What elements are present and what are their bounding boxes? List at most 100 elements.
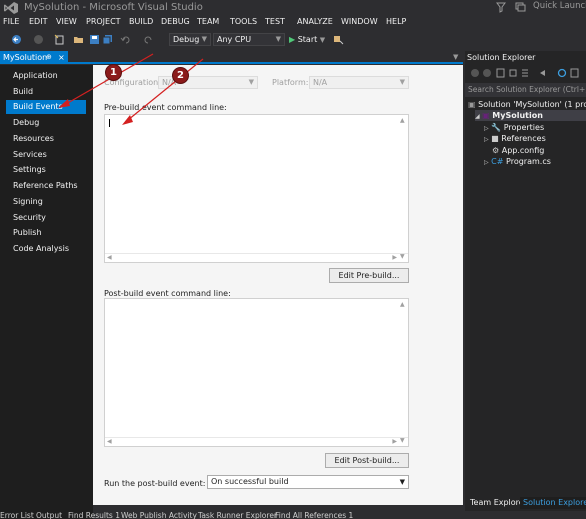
- references-icon: ■: [491, 134, 499, 143]
- solution-icon: ▣: [468, 100, 476, 109]
- save-icon[interactable]: [89, 34, 100, 45]
- prebuild-command-textarea[interactable]: ▲ ▼ ◀ ▶: [104, 114, 409, 263]
- tree-item-properties[interactable]: ▷ 🔧 Properties: [484, 122, 544, 133]
- chevron-down-icon: ▼: [248, 78, 254, 86]
- nav-item-debug[interactable]: Debug: [6, 116, 86, 130]
- prebuild-label: Pre-build event command line:: [104, 103, 227, 112]
- tree-item-label: MySolution: [492, 111, 543, 120]
- save-all-icon[interactable]: [102, 34, 113, 45]
- menu-analyze[interactable]: ANALYZE: [297, 17, 333, 26]
- tab-task-runner-explorer[interactable]: Task Runner Explorer: [198, 511, 277, 519]
- solution-explorer-title: Solution Explorer: [467, 53, 536, 62]
- platform-dropdown: N/A ▼: [309, 76, 409, 89]
- visual-studio-window: MySolution - Microsoft Visual Studio Qui…: [0, 0, 586, 519]
- property-page-nav: Application Build Build Events Debug Res…: [0, 65, 93, 519]
- solution-explorer-search-input[interactable]: Search Solution Explorer (Ctrl+;): [465, 83, 586, 97]
- tab-find-all-references-1[interactable]: Find All References 1: [275, 511, 353, 519]
- expanded-arrow-icon: ◢: [475, 113, 480, 120]
- edit-prebuild-button[interactable]: Edit Pre-build...: [329, 268, 409, 283]
- nav-item-signing[interactable]: Signing: [6, 195, 86, 209]
- nav-item-application[interactable]: Application: [6, 69, 86, 83]
- new-project-icon[interactable]: [54, 34, 65, 45]
- undo-icon[interactable]: [120, 34, 131, 45]
- scroll-up-icon[interactable]: ▲: [400, 301, 405, 308]
- nav-item-services[interactable]: Services: [6, 148, 86, 162]
- open-file-icon[interactable]: [73, 34, 84, 45]
- run-postbuild-dropdown[interactable]: On successful build ▼: [207, 475, 409, 489]
- prebuild-vertical-scrollbar[interactable]: ▲ ▼: [399, 115, 408, 262]
- postbuild-vertical-scrollbar[interactable]: ▲ ▼: [399, 299, 408, 446]
- start-debugging-button[interactable]: ▶ Start ▼: [289, 33, 325, 46]
- tree-item-project[interactable]: ◢ ▣ MySolution: [475, 110, 586, 121]
- solution-configuration-dropdown[interactable]: Debug ▼: [169, 33, 211, 46]
- collapsed-arrow-icon: ▷: [484, 125, 489, 132]
- nav-item-resources[interactable]: Resources: [6, 132, 86, 146]
- quick-launch-input[interactable]: Quick Launch: [533, 1, 586, 11]
- nav-item-security[interactable]: Security: [6, 211, 86, 225]
- menu-debug[interactable]: DEBUG: [161, 17, 190, 26]
- edit-postbuild-button[interactable]: Edit Post-build...: [325, 453, 409, 468]
- menu-edit[interactable]: EDIT: [29, 17, 47, 26]
- tree-item-program-cs[interactable]: ▷ C# Program.cs: [484, 156, 551, 167]
- postbuild-command-textarea[interactable]: ▲ ▼ ◀ ▶: [104, 298, 409, 447]
- tab-error-list[interactable]: Error List: [0, 511, 34, 519]
- nav-item-code-analysis[interactable]: Code Analysis: [6, 242, 86, 256]
- start-label: Start: [297, 35, 318, 44]
- menu-file[interactable]: FILE: [3, 17, 19, 26]
- navigate-back-icon[interactable]: [11, 34, 22, 45]
- scroll-left-icon[interactable]: ◀: [107, 438, 112, 445]
- title-right-icons: [496, 1, 530, 16]
- collapsed-arrow-icon: ▷: [484, 136, 489, 143]
- tab-find-results-1[interactable]: Find Results 1: [68, 511, 120, 519]
- nav-item-publish[interactable]: Publish: [6, 226, 86, 240]
- solution-platform-dropdown[interactable]: Any CPU ▼: [213, 33, 285, 46]
- toolbar-extension-icon[interactable]: [333, 34, 344, 45]
- redo-icon[interactable]: [143, 34, 154, 45]
- solution-explorer-toolbar: [465, 66, 586, 82]
- visual-studio-logo-icon: [4, 2, 18, 14]
- tab-solution-explorer[interactable]: Solution Explorer: [520, 497, 586, 509]
- tree-item-references[interactable]: ▷ ■ References: [484, 133, 546, 144]
- nav-item-reference-paths[interactable]: Reference Paths: [6, 179, 86, 193]
- bottom-tool-tabs: Error List Output Find Results 1 Web Pub…: [0, 511, 586, 519]
- run-postbuild-value: On successful build: [211, 477, 289, 486]
- prebuild-horizontal-scrollbar[interactable]: ◀ ▶: [105, 253, 408, 262]
- tab-mysolution-properties[interactable]: MySolution ⊕ ×: [0, 51, 68, 64]
- postbuild-horizontal-scrollbar[interactable]: ◀ ▶: [105, 437, 408, 446]
- solution-explorer-panel: Solution Explorer Search Solution Explor…: [465, 51, 586, 511]
- configuration-value: Debug: [173, 35, 200, 44]
- menu-view[interactable]: VIEW: [56, 17, 77, 26]
- scroll-right-icon[interactable]: ▶: [392, 254, 397, 261]
- config-file-icon: ⚙: [492, 146, 500, 155]
- collapsed-arrow-icon: ▷: [484, 159, 489, 166]
- notification-filter-icon[interactable]: [496, 1, 530, 14]
- pin-icon[interactable]: ⊕: [46, 51, 52, 64]
- nav-item-build-events[interactable]: Build Events: [6, 100, 86, 114]
- scroll-left-icon[interactable]: ◀: [107, 254, 112, 261]
- tab-web-publish-activity[interactable]: Web Publish Activity: [121, 511, 197, 519]
- scroll-up-icon[interactable]: ▲: [400, 117, 405, 124]
- tab-list-dropdown-icon[interactable]: ▼: [453, 53, 458, 61]
- nav-item-settings[interactable]: Settings: [6, 163, 86, 177]
- tab-output[interactable]: Output: [36, 511, 62, 519]
- menu-build[interactable]: BUILD: [129, 17, 153, 26]
- platform-dropdown-value: N/A: [313, 78, 328, 87]
- chevron-down-icon: ▼: [399, 78, 405, 86]
- navigate-forward-icon[interactable]: [33, 34, 44, 45]
- tree-item-solution[interactable]: ▣ Solution 'MySolution' (1 proje: [468, 99, 586, 110]
- menu-help[interactable]: HELP: [386, 17, 406, 26]
- menu-bar: FILE EDIT VIEW PROJECT BUILD DEBUG TEAM …: [0, 16, 586, 30]
- tree-item-label: Properties: [503, 123, 545, 132]
- menu-test[interactable]: TEST: [265, 17, 285, 26]
- scroll-right-icon[interactable]: ▶: [392, 438, 397, 445]
- close-icon[interactable]: ×: [58, 51, 65, 64]
- menu-tools[interactable]: TOOLS: [230, 17, 257, 26]
- solution-explorer-toolbar-icons[interactable]: [465, 66, 586, 80]
- tree-item-app-config[interactable]: ⚙ App.config: [492, 145, 544, 156]
- menu-team[interactable]: TEAM: [197, 17, 219, 26]
- nav-item-build[interactable]: Build: [6, 85, 86, 99]
- build-events-page: Configuration: N/A ▼ Platform: N/A ▼ Pre-b…: [93, 65, 463, 505]
- menu-window[interactable]: WINDOW: [341, 17, 378, 26]
- menu-project[interactable]: PROJECT: [86, 17, 121, 26]
- run-postbuild-label: Run the post-build event:: [104, 479, 206, 488]
